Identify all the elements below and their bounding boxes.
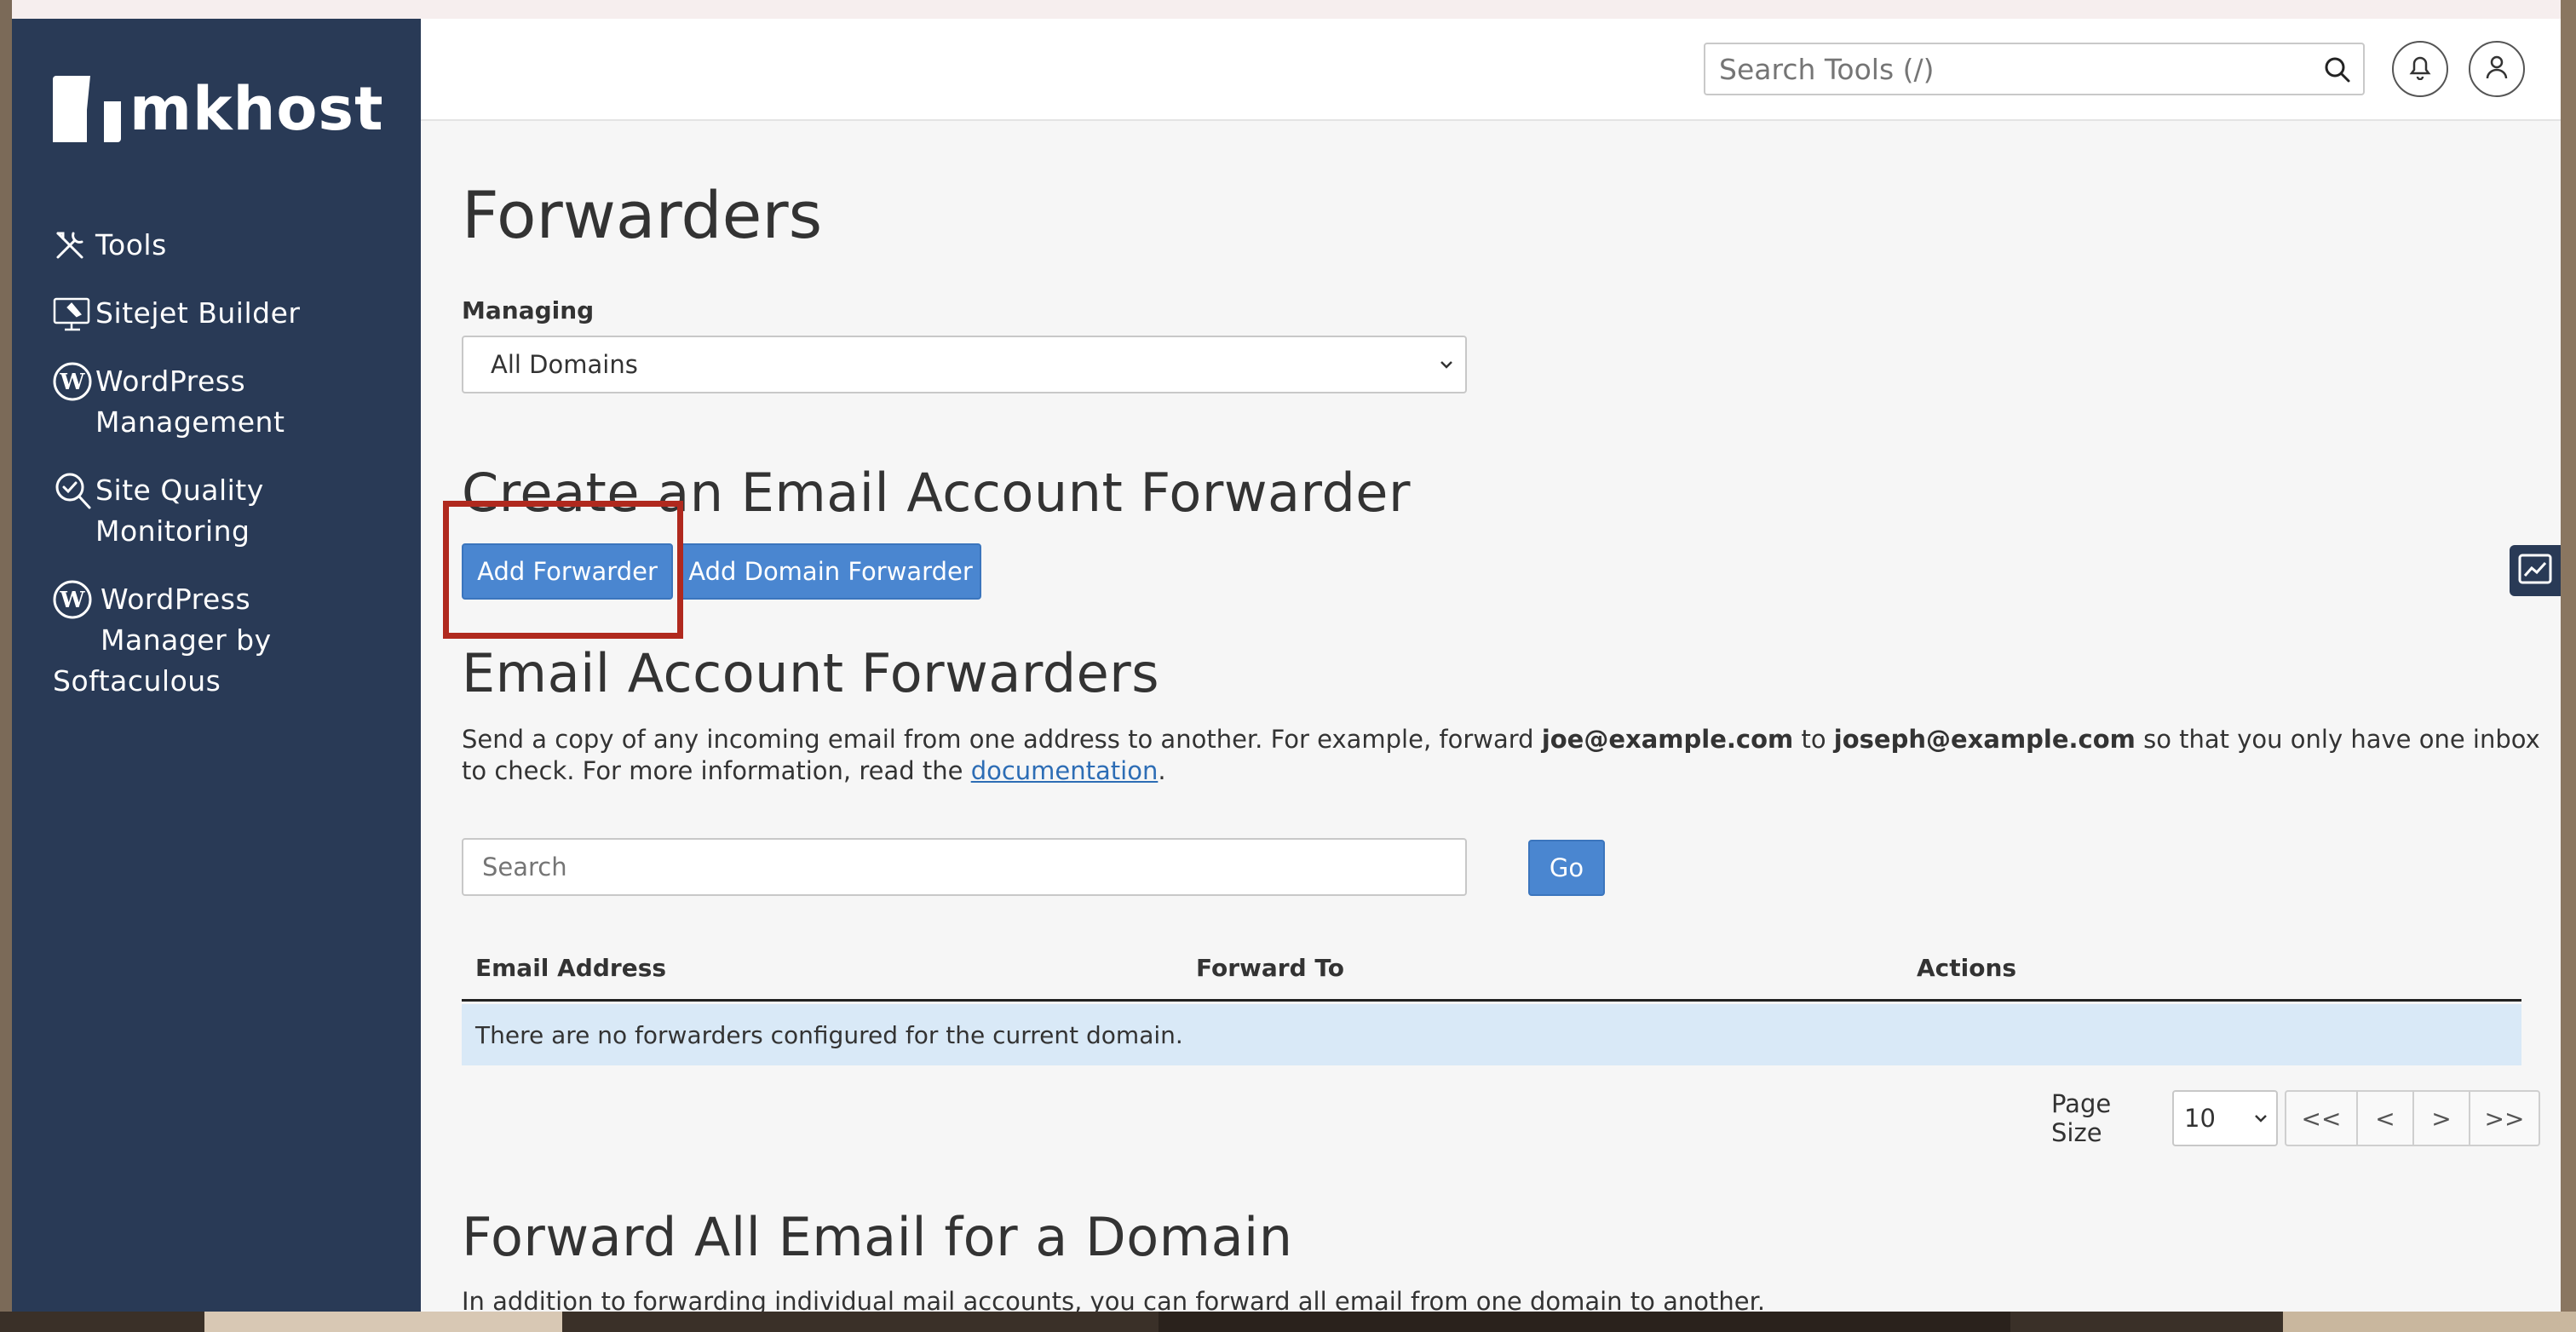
chevron-down-icon	[2249, 1106, 2273, 1136]
desktop-backdrop-top	[0, 0, 2576, 19]
forwarder-search-input[interactable]	[482, 853, 1419, 881]
chart-icon	[2518, 554, 2552, 588]
example-to-address: joseph@example.com	[1833, 725, 2136, 754]
wordpress-icon: W	[53, 579, 95, 620]
description-text: to	[1793, 725, 1834, 754]
tool-search-input[interactable]	[1719, 52, 2315, 86]
notifications-button[interactable]	[2392, 41, 2448, 97]
column-email-address[interactable]: Email Address	[475, 954, 666, 982]
description-text: Send a copy of any incoming email from o…	[462, 725, 1542, 754]
desktop-backdrop-left	[0, 0, 12, 1332]
forwarder-search-box[interactable]	[462, 838, 1467, 896]
domain-select-value: All Domains	[491, 350, 638, 379]
svg-text:W: W	[59, 370, 85, 395]
page-size-label: Page Size	[2051, 1089, 2112, 1147]
add-domain-forwarder-button[interactable]: Add Domain Forwarder	[680, 543, 981, 600]
brand-logo[interactable]: mkhost	[53, 73, 384, 145]
top-bar	[421, 19, 2561, 121]
chevron-down-icon	[1435, 353, 1458, 382]
sidebar-item-label: WordPress Management	[95, 365, 285, 439]
sidebar-item-wordpress-management[interactable]: W WordPress Management	[53, 361, 411, 443]
description-text: .	[1158, 756, 1166, 785]
pagination: Page Size 10 << < > >>	[2051, 1089, 2540, 1147]
forward-domain-heading: Forward All Email for a Domain	[462, 1206, 1293, 1268]
sidebar-item-label: Tools	[95, 228, 167, 261]
page-title: Forwarders	[462, 177, 823, 253]
sidebar: mkhost Tools Sitejet Builder W WordPress…	[12, 19, 421, 1312]
page-size-value: 10	[2184, 1104, 2216, 1133]
forwarders-description: Send a copy of any incoming email from o…	[462, 724, 2540, 787]
column-actions: Actions	[1917, 954, 2017, 982]
forward-domain-description: In addition to forwarding individual mai…	[462, 1287, 1766, 1312]
table-empty-row: There are no forwarders configured for t…	[462, 1004, 2521, 1065]
logo-mark-icon	[53, 76, 121, 142]
last-page-button[interactable]: >>	[2469, 1090, 2540, 1146]
sidebar-item-label: WordPress Manager by	[101, 583, 272, 657]
tools-icon	[53, 225, 95, 266]
svg-text:W: W	[59, 588, 85, 613]
browser-window: mkhost Tools Sitejet Builder W WordPress…	[12, 19, 2561, 1312]
wordpress-icon: W	[53, 361, 95, 402]
example-from-address: joe@example.com	[1541, 725, 1794, 754]
documentation-link[interactable]: documentation	[971, 756, 1159, 785]
site-quality-icon	[53, 470, 95, 511]
sidebar-item-label: Site Quality Monitoring	[95, 474, 264, 548]
sidebar-item-label: Sitejet Builder	[95, 296, 301, 330]
user-menu-button[interactable]	[2469, 41, 2525, 97]
sidebar-item-sitejet[interactable]: Sitejet Builder	[53, 293, 411, 334]
sidebar-item-label: Softaculous	[53, 664, 221, 698]
sidebar-item-wordpress-manager-softaculous[interactable]: W WordPress Manager by	[53, 579, 411, 661]
search-icon[interactable]	[2324, 56, 2351, 87]
go-button[interactable]: Go	[1528, 840, 1605, 896]
email-forwarders-heading: Email Account Forwarders	[462, 642, 1160, 704]
highlight-annotation	[443, 501, 683, 639]
bell-icon	[2408, 55, 2432, 83]
desktop-backdrop-right	[2561, 0, 2576, 1332]
page-size-select[interactable]: 10	[2172, 1090, 2278, 1146]
sidebar-item-tools[interactable]: Tools	[53, 225, 411, 266]
brand-name: mkhost	[129, 74, 384, 144]
column-forward-to[interactable]: Forward To	[1196, 954, 1344, 982]
page-buttons: << < > >>	[2285, 1090, 2540, 1146]
sidebar-item-site-quality[interactable]: Site Quality Monitoring	[53, 470, 411, 552]
user-icon	[2485, 55, 2509, 83]
sidebar-item-label-wrap[interactable]: Softaculous	[53, 661, 411, 702]
domain-select[interactable]: All Domains	[462, 336, 1467, 393]
stats-widget-button[interactable]	[2510, 545, 2561, 596]
table-header: Email Address Forward To Actions	[462, 930, 2521, 1002]
desktop-backdrop-bottom	[0, 1312, 2576, 1332]
managing-label: Managing	[462, 296, 595, 324]
next-page-button[interactable]: >	[2412, 1090, 2470, 1146]
sitejet-icon	[53, 293, 95, 334]
first-page-button[interactable]: <<	[2285, 1090, 2358, 1146]
previous-page-button[interactable]: <	[2356, 1090, 2414, 1146]
tool-search[interactable]	[1704, 43, 2365, 95]
